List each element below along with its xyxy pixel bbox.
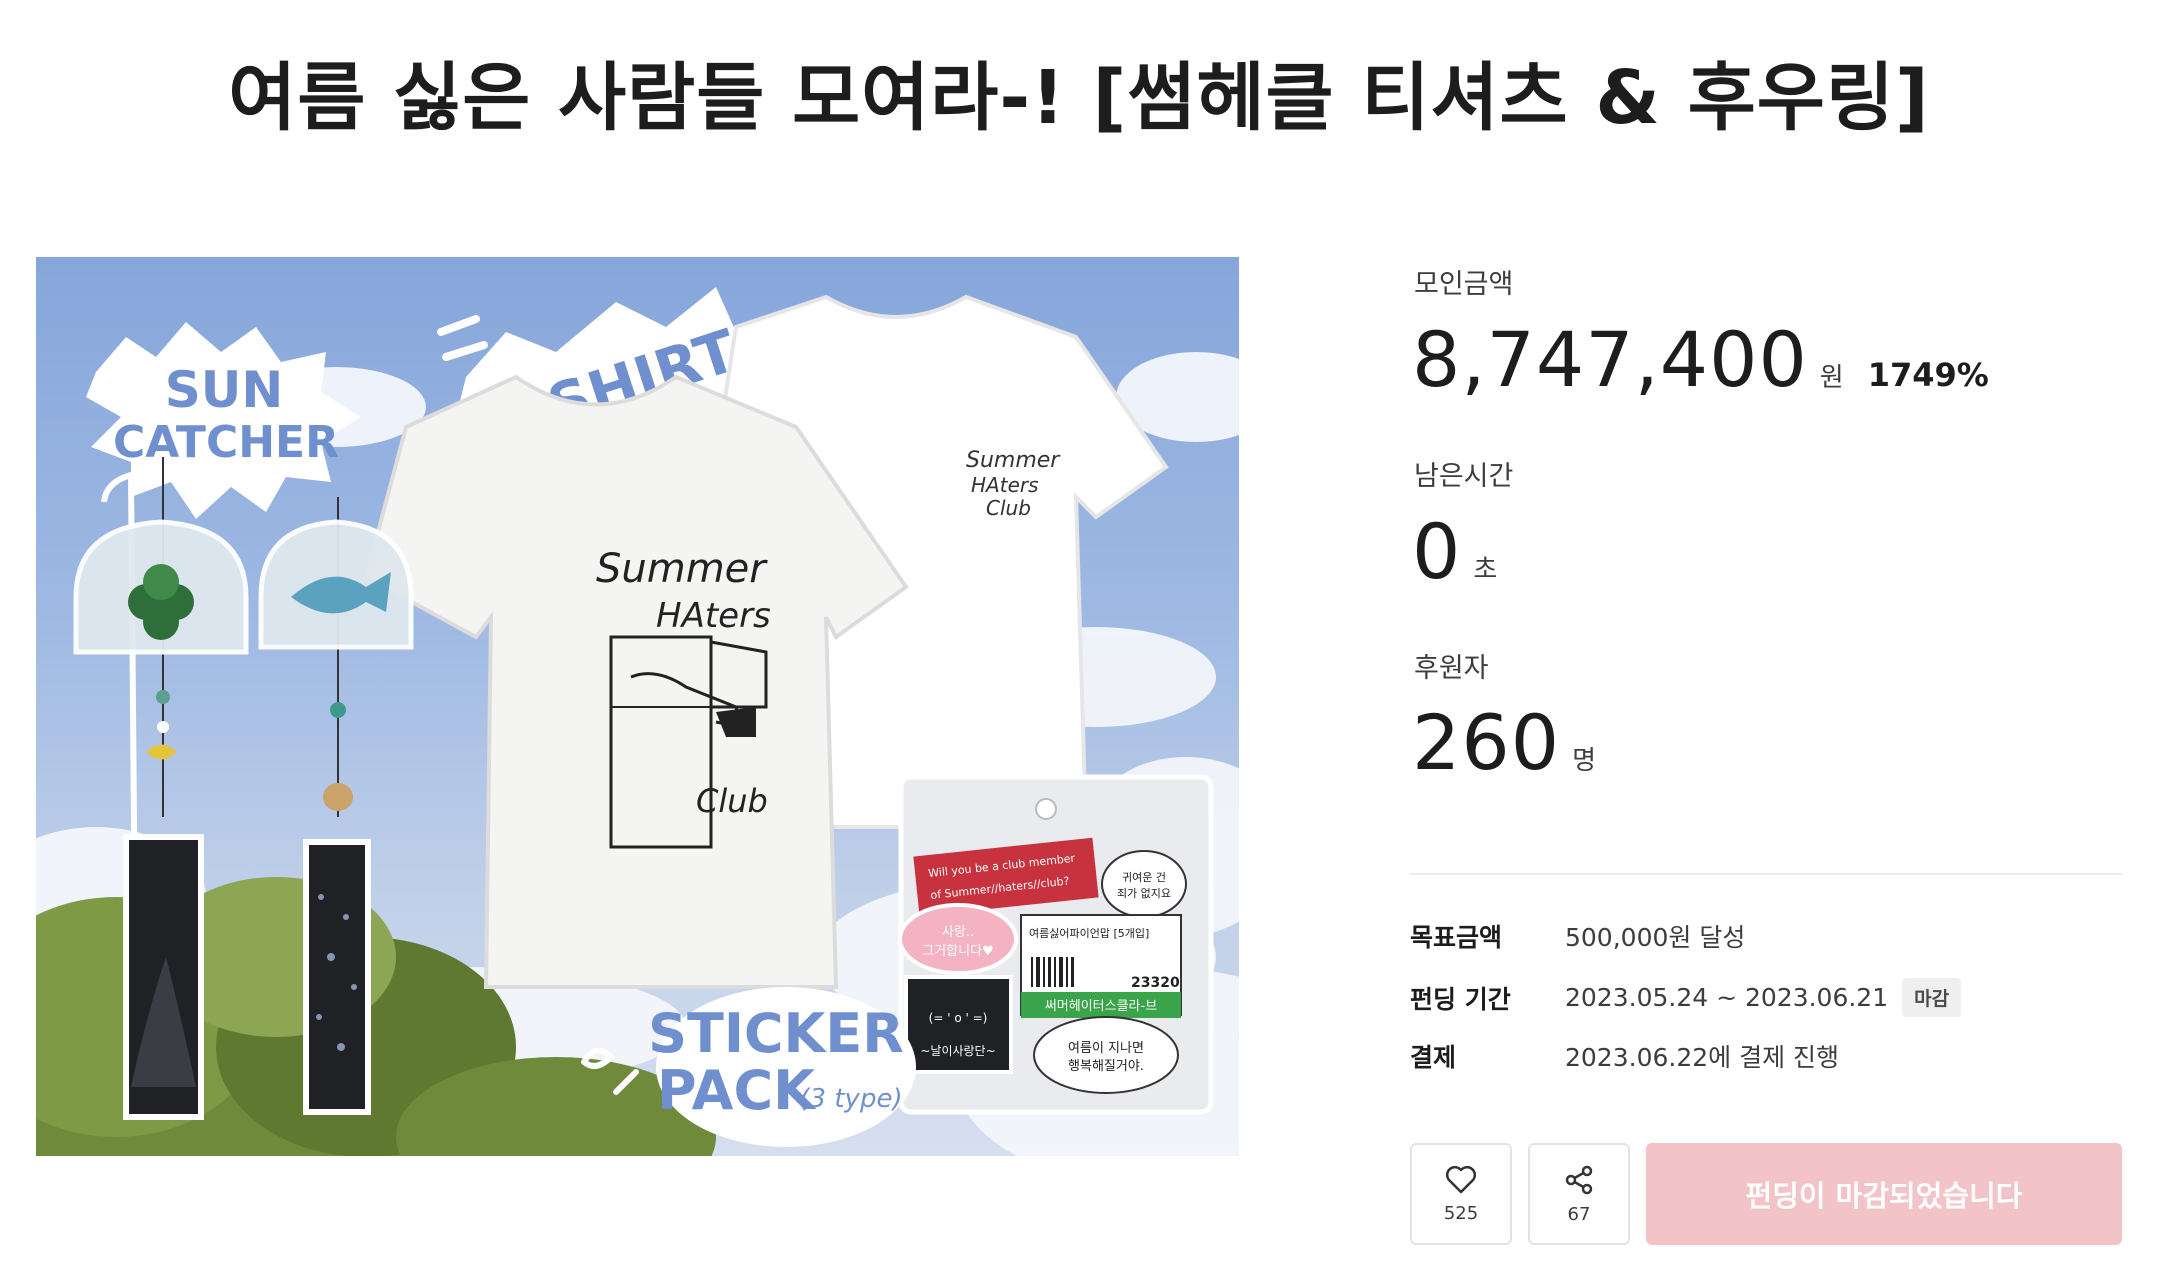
like-button[interactable]: 525	[1410, 1143, 1512, 1245]
svg-text:그거합니다♥: 그거합니다♥	[922, 944, 993, 959]
achievement-percent: 1749%	[1867, 356, 1989, 394]
svg-text:CATCHER: CATCHER	[113, 417, 339, 468]
backers-unit: 명	[1572, 746, 1596, 776]
time-label: 남은시간	[1414, 461, 1514, 492]
period-value: 2023.05.24 ~ 2023.06.21	[1565, 983, 1889, 1012]
time-unit: 초	[1473, 555, 1498, 585]
svg-text:HAters: HAters	[656, 596, 771, 636]
goal-key: 목표금액	[1410, 923, 1503, 952]
svg-text:사랑..: 사랑..	[942, 925, 974, 940]
funding-closed-button[interactable]: 펀딩이 마감되었습니다	[1646, 1143, 2122, 1245]
amount-unit: 원	[1819, 363, 1844, 393]
product-illustration: SUN CATCHER T-SHIRT Summer HAters Club S…	[36, 287, 1239, 1156]
svg-text:23320: 23320	[1131, 975, 1180, 991]
svg-text:SUN: SUN	[165, 361, 283, 419]
goal-row: 목표금액 500,000원 달성	[1410, 918, 1745, 954]
sticker-pack: Will you be a club member of Summer//hat…	[898, 774, 1214, 1115]
svg-text:HAters: HAters	[971, 473, 1039, 497]
amount-value: 8,747,400	[1412, 315, 1808, 404]
payment-value: 2023.06.22에 결제 진행	[1565, 1043, 1840, 1072]
closed-badge: 마감	[1902, 978, 1962, 1017]
info-divider	[1410, 873, 2122, 875]
svg-text:여름싫어파이언맙 [5개입]: 여름싫어파이언맙 [5개입]	[1029, 927, 1149, 940]
tshirt-front: Summer HAters Club	[363, 374, 909, 989]
svg-text:Summer: Summer	[596, 546, 768, 592]
page-title: 여름 싫은 사람들 모여라-! [썸헤클 티셔츠 & 후우링]	[228, 55, 1930, 141]
backers-row: 260 명	[1412, 705, 1596, 781]
payment-key: 결제	[1410, 1043, 1457, 1072]
share-count: 67	[1567, 1203, 1591, 1225]
amount-label: 모인금액	[1414, 269, 1514, 300]
backers-label: 후원자	[1414, 653, 1489, 684]
svg-text:(= ' o ' =): (= ' o ' =)	[929, 1011, 988, 1025]
payment-row: 결제 2023.06.22에 결제 진행	[1410, 1038, 1839, 1074]
amount-row: 8,747,400 원 1749%	[1412, 322, 1989, 398]
share-icon	[1565, 1165, 1593, 1194]
svg-text:Club: Club	[696, 782, 768, 820]
svg-text:행복해질거야.: 행복해질거야.	[1068, 1058, 1144, 1074]
svg-text:써머헤이터스클라-브: 써머헤이터스클라-브	[1045, 999, 1157, 1014]
like-count: 525	[1443, 1202, 1479, 1224]
svg-text:~날이사랑단~: ~날이사랑단~	[920, 1044, 995, 1058]
svg-text:귀여운 건: 귀여운 건	[1122, 871, 1166, 884]
product-image: SUN CATCHER T-SHIRT Summer HAters Club S…	[36, 257, 1239, 1156]
svg-text:Club: Club	[986, 496, 1031, 520]
share-button[interactable]: 67	[1528, 1143, 1630, 1245]
time-row: 0 초	[1412, 514, 1497, 590]
heart-icon	[1445, 1165, 1477, 1193]
svg-text:(3 type): (3 type)	[799, 1084, 902, 1114]
time-value: 0	[1412, 507, 1462, 596]
goal-value: 500,000원 달성	[1565, 923, 1746, 952]
svg-text:여름이 지나면: 여름이 지나면	[1068, 1041, 1144, 1056]
backers-value: 260	[1412, 698, 1561, 787]
period-key: 펀딩 기간	[1410, 984, 1511, 1014]
svg-text:Summer: Summer	[966, 448, 1061, 473]
period-row: 펀딩 기간 2023.05.24 ~ 2023.06.21 마감	[1410, 978, 1962, 1017]
svg-text:STICKER: STICKER	[648, 1002, 904, 1065]
sun-catcher-label: SUN CATCHER	[86, 322, 361, 519]
svg-text:PACK: PACK	[657, 1059, 817, 1122]
svg-text:죄가 없지요: 죄가 없지요	[1117, 887, 1171, 900]
